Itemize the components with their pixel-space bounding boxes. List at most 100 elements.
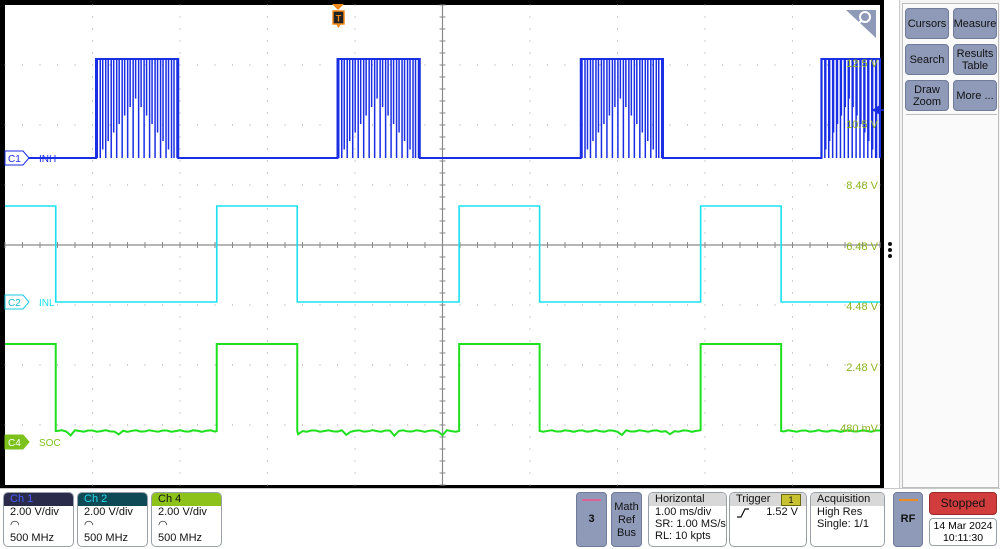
acquisition-badge[interactable]: Acquisition High Res Single: 1/1 <box>810 492 885 547</box>
grid-dot <box>389 304 391 306</box>
grid-dot <box>809 364 811 366</box>
grid-dot <box>494 424 496 426</box>
scale-label: 4.48 V <box>846 301 878 313</box>
ch3-button[interactable]: 3 <box>576 492 607 547</box>
grid-dot <box>617 40 618 42</box>
grid-dot <box>92 412 93 414</box>
grid-dot <box>704 412 706 414</box>
ch2-badge[interactable]: Ch 2 2.00 V/div ◠ 500 MHz <box>77 492 148 547</box>
grid-dot <box>512 364 513 366</box>
grid-dot <box>337 424 338 426</box>
grid-dot <box>249 64 251 66</box>
grid-dot <box>704 352 706 354</box>
grid-dot <box>179 352 181 354</box>
grid-dot <box>879 424 881 426</box>
grid-dot <box>354 208 356 210</box>
grid-dot <box>529 364 531 366</box>
grid-dot <box>704 52 706 54</box>
grid-dot <box>792 196 793 198</box>
grid-dot <box>267 316 268 318</box>
grid-dot <box>792 376 793 378</box>
run-stop-button[interactable]: Stopped <box>929 492 997 515</box>
grid-dot <box>792 460 793 462</box>
grid-dot <box>267 232 268 234</box>
ch4-badge[interactable]: Ch 4 2.00 V/div ◠ 500 MHz <box>151 492 222 547</box>
grid-dot <box>109 64 111 66</box>
grid-dot <box>354 400 356 402</box>
grid-dot <box>232 124 233 126</box>
grid-dot <box>634 304 636 306</box>
grid-dot <box>354 304 356 306</box>
grid-dot <box>92 112 93 114</box>
search-button[interactable]: Search <box>905 44 949 75</box>
grid-dot <box>704 148 706 150</box>
grid-dot <box>92 364 93 366</box>
draw-zoom-button[interactable]: Draw Zoom <box>905 80 949 111</box>
grid-dot <box>407 424 408 426</box>
grid-dot <box>92 148 93 150</box>
grid-dot <box>704 292 706 294</box>
grid-dot <box>92 76 93 78</box>
divider <box>0 488 1000 489</box>
grid-dot <box>267 64 268 66</box>
grid-dot <box>92 424 93 426</box>
grid-dot <box>792 100 793 102</box>
grid-dot <box>529 460 531 462</box>
grid-dot <box>529 448 531 450</box>
grid-dot <box>704 76 706 78</box>
grid-dot <box>879 364 881 366</box>
grid-dot <box>92 184 93 186</box>
grid-dot <box>22 124 23 126</box>
measure-button[interactable]: Measure <box>953 8 997 39</box>
grid-dot <box>127 304 128 306</box>
grid-dot <box>267 28 268 30</box>
grid-dot <box>179 220 181 222</box>
grid-dot <box>809 424 811 426</box>
grid-dot <box>179 124 181 126</box>
grid-dot <box>74 304 76 306</box>
grid-dot <box>109 304 111 306</box>
math-ref-bus-button[interactable]: Math Ref Bus <box>611 492 642 547</box>
marker-label: INL <box>39 298 55 309</box>
grid-dot <box>267 292 268 294</box>
date-time-display[interactable]: 14 Mar 2024 10:11:30 <box>929 518 997 546</box>
grid-dot <box>267 148 268 150</box>
settings-bar: Ch 1 2.00 V/div ◠ 500 MHz Ch 2 2.00 V/di… <box>0 488 1000 549</box>
grid-dot <box>144 424 146 426</box>
grid-dot <box>92 40 93 42</box>
more-button[interactable]: More ... <box>953 80 997 111</box>
panel-resize-handle[interactable] <box>888 242 894 260</box>
grid-dot <box>792 304 793 306</box>
grid-dot <box>774 304 776 306</box>
grid-dot <box>617 412 618 414</box>
grid-dot <box>564 424 566 426</box>
grid-dot <box>92 88 93 90</box>
grid-dot <box>179 4 181 6</box>
grid-dot <box>92 28 93 30</box>
grid-dot <box>284 424 286 426</box>
grid-dot <box>92 316 93 318</box>
grid-dot <box>267 340 268 342</box>
grid-dot <box>704 328 706 330</box>
grid-dot <box>92 472 93 474</box>
grid-dot <box>529 232 531 234</box>
grid-dot <box>792 136 793 138</box>
grid-dot <box>617 220 618 222</box>
ch1-badge[interactable]: Ch 1 2.00 V/div ◠ 500 MHz <box>3 492 74 547</box>
grid-dot <box>92 136 93 138</box>
cursors-button[interactable]: Cursors <box>905 8 949 39</box>
grid-dot <box>354 280 356 282</box>
ch1-scale: 2.00 V/div <box>10 506 59 518</box>
horizontal-badge[interactable]: Horizontal 1.00 ms/div SR: 1.00 MS/s RL:… <box>648 492 727 547</box>
grid-dot <box>704 448 706 450</box>
grid-dot <box>547 64 548 66</box>
grid-dot <box>267 352 268 354</box>
waveform-display[interactable]: 12.5 V 10.5 V 8.48 V 6.48 V 4.48 V 2.48 V 480 … <box>0 0 1000 549</box>
results-table-button[interactable]: Results Table <box>953 44 997 75</box>
rf-button[interactable]: RF <box>893 492 923 547</box>
grid-dot <box>302 364 303 366</box>
trigger-badge[interactable]: Trigger 1 1.52 V <box>729 492 807 547</box>
grid-dot <box>92 388 93 390</box>
bandwidth-limit-icon: ◠ <box>158 519 168 531</box>
grid-dot <box>669 304 671 306</box>
